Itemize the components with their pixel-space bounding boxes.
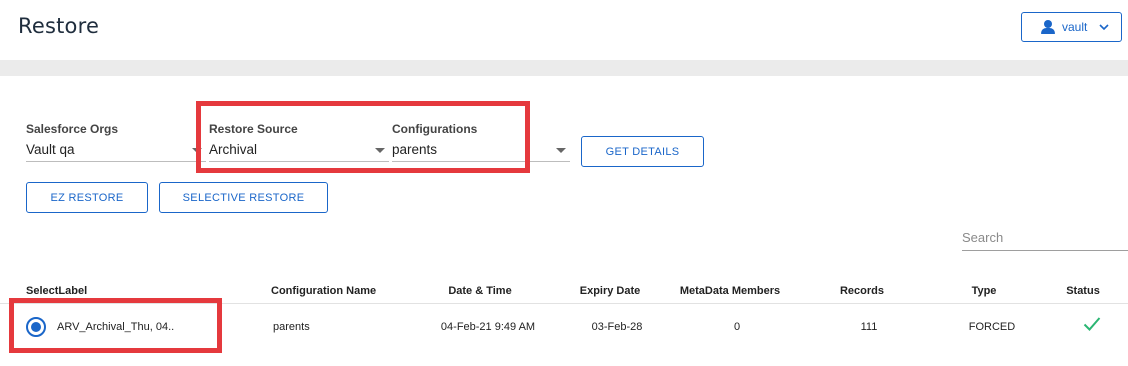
configurations-label: Configurations xyxy=(392,122,478,136)
column-header-configuration-name: Configuration Name xyxy=(271,285,377,297)
cell-records: 111 xyxy=(860,321,878,333)
restore-source-select[interactable]: Restore Source Archival xyxy=(209,122,389,162)
cell-datetime: 04-Feb-21 9:49 AM xyxy=(440,321,536,333)
restore-source-label: Restore Source xyxy=(209,122,298,136)
ez-restore-button[interactable]: EZ RESTORE xyxy=(26,182,148,213)
restore-source-value: Archival xyxy=(209,142,258,157)
cell-metadata-members: 0 xyxy=(733,321,741,333)
cell-type: FORCED xyxy=(968,321,1016,333)
chevron-down-icon xyxy=(1099,24,1109,31)
radio-selected-dot xyxy=(31,322,41,332)
column-header-metadata-members: MetaData Members xyxy=(679,285,781,297)
column-header-type: Type xyxy=(971,285,997,297)
column-header-expiry-date: Expiry Date xyxy=(579,285,641,297)
salesforce-orgs-label: Salesforce Orgs xyxy=(26,122,119,136)
search-field[interactable] xyxy=(962,226,1128,251)
table-header: SelectLabel Configuration Name Date & Ti… xyxy=(0,276,1128,304)
configurations-select[interactable]: Configurations parents xyxy=(392,122,570,162)
configurations-value: parents xyxy=(392,142,438,157)
salesforce-orgs-value: Vault qa xyxy=(26,142,75,157)
selective-restore-button[interactable]: SELECTIVE RESTORE xyxy=(159,182,328,213)
salesforce-orgs-select[interactable]: Salesforce Orgs Vault qa xyxy=(26,122,206,162)
cell-expiry: 03-Feb-28 xyxy=(591,321,643,333)
column-header-status: Status xyxy=(1066,285,1100,297)
get-details-button[interactable]: GET DETAILS xyxy=(581,136,704,167)
dropdown-arrow-icon xyxy=(556,148,566,153)
column-header-date-time: Date & Time xyxy=(448,285,512,297)
user-menu-button[interactable]: vault xyxy=(1021,12,1122,42)
table-row[interactable]: ARV_Archival_Thu, 04.. parents 04-Feb-21… xyxy=(0,304,1128,354)
toolbar-divider xyxy=(0,60,1128,76)
app-header: Restore vault xyxy=(0,0,1128,60)
cell-configuration: parents xyxy=(273,321,310,333)
cell-label: ARV_Archival_Thu, 04.. xyxy=(57,321,175,333)
column-header-records: Records xyxy=(839,285,885,297)
check-icon xyxy=(1083,317,1101,331)
user-name: vault xyxy=(1062,20,1088,34)
search-input[interactable] xyxy=(962,226,1128,248)
dropdown-arrow-icon xyxy=(375,148,385,153)
column-header-selectlabel: SelectLabel xyxy=(26,285,88,297)
user-icon xyxy=(1041,20,1055,34)
row-select-radio[interactable] xyxy=(26,317,46,337)
page-title: Restore xyxy=(18,14,100,38)
dropdown-arrow-icon xyxy=(192,148,202,153)
